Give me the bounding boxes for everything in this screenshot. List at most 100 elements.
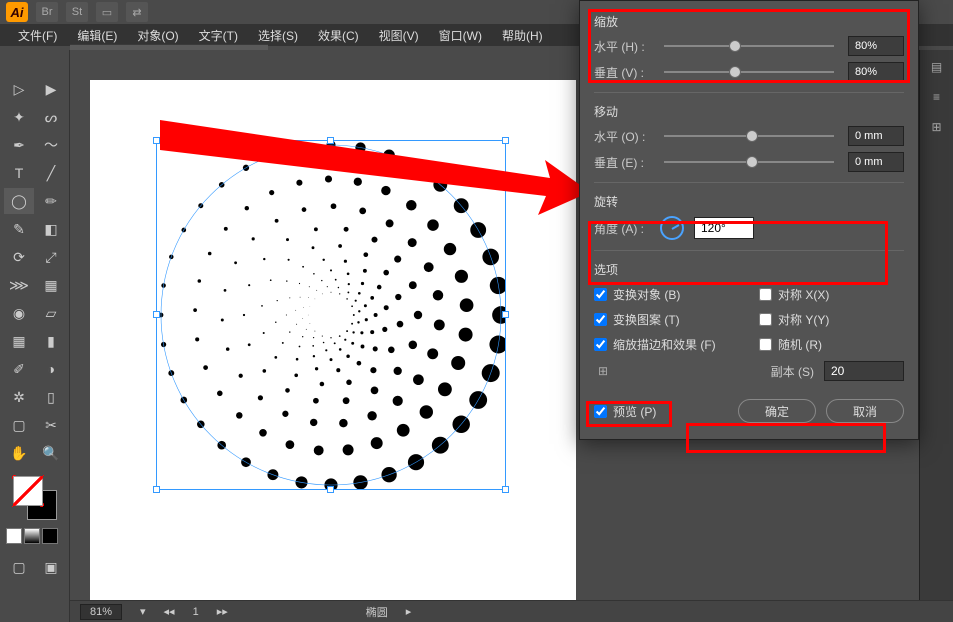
color-mode-color[interactable]	[6, 528, 22, 544]
screen-mode-full[interactable]: ▣	[36, 554, 66, 580]
copies-label: 副本 (S)	[771, 363, 814, 380]
graph-tool[interactable]: ▯	[36, 384, 66, 410]
nav-next-icon[interactable]: ▸▸	[217, 605, 228, 618]
app-logo: Ai	[6, 2, 28, 22]
color-mode-gradient[interactable]	[24, 528, 40, 544]
tools-panel: ▷ ▶ ✦ ᔕ ✒ 〜 T ╱ ◯ ✏ ✎ ◧ ⟳ ⤢ ⋙ ▦ ◉ ▱ ▦ ▮ …	[0, 50, 70, 622]
scale-v-input[interactable]	[848, 62, 904, 82]
scale-v-slider[interactable]	[664, 71, 834, 73]
slice-tool[interactable]: ✂	[36, 412, 66, 438]
layers-icon[interactable]: ≡	[923, 84, 951, 110]
handle-n[interactable]	[327, 137, 334, 144]
perspective-tool[interactable]: ▱	[36, 300, 66, 326]
opt-mirror-x[interactable]: 对称 X(X)	[759, 286, 904, 303]
curvature-tool[interactable]: 〜	[36, 132, 66, 158]
menu-window[interactable]: 窗口(W)	[431, 25, 490, 46]
lasso-tool[interactable]: ᔕ	[36, 104, 66, 130]
scale-h-input[interactable]	[848, 36, 904, 56]
hand-tool[interactable]: ✋	[4, 440, 34, 466]
right-panel-strip: ▤ ≡ ⊞	[919, 50, 953, 600]
scale-v-label: 垂直 (V) :	[594, 64, 650, 81]
move-h-input[interactable]	[848, 126, 904, 146]
screen-mode-normal[interactable]: ▢	[4, 554, 34, 580]
free-transform-tool[interactable]: ▦	[36, 272, 66, 298]
move-v-slider[interactable]	[664, 161, 834, 163]
scale-h-label: 水平 (H) :	[594, 38, 650, 55]
gradient-tool[interactable]: ▮	[36, 328, 66, 354]
type-tool[interactable]: T	[4, 160, 34, 186]
menu-help[interactable]: 帮助(H)	[494, 25, 551, 46]
opt-scale-strokes[interactable]: 缩放描边和效果 (F)	[594, 336, 739, 353]
selection-tool[interactable]: ▷	[4, 76, 34, 102]
eyedropper-tool[interactable]: ✐	[4, 356, 34, 382]
options-section-title: 选项	[594, 261, 904, 278]
status-mode: 椭圆	[366, 604, 388, 620]
nav-prev-icon[interactable]: ◂◂	[164, 605, 175, 618]
menu-object[interactable]: 对象(O)	[129, 25, 186, 46]
menu-file[interactable]: 文件(F)	[10, 25, 65, 46]
properties-icon[interactable]: ▤	[923, 54, 951, 80]
rotate-section-title: 旋转	[594, 193, 904, 210]
ok-button[interactable]: 确定	[738, 399, 816, 423]
angle-dial[interactable]	[660, 216, 684, 240]
options-grid: 变换对象 (B) 对称 X(X) 变换图案 (T) 对称 Y(Y) 缩放描边和效…	[594, 286, 904, 353]
scale-tool[interactable]: ⤢	[36, 244, 66, 270]
handle-se[interactable]	[502, 486, 509, 493]
magic-wand-tool[interactable]: ✦	[4, 104, 34, 130]
selection-bounds[interactable]	[156, 140, 506, 490]
cancel-button[interactable]: 取消	[826, 399, 904, 423]
pen-tool[interactable]: ✒	[4, 132, 34, 158]
menu-view[interactable]: 视图(V)	[371, 25, 427, 46]
move-h-slider[interactable]	[664, 135, 834, 137]
bridge-icon[interactable]: Br	[36, 2, 58, 22]
rotate-tool[interactable]: ⟳	[4, 244, 34, 270]
zoom-tool[interactable]: 🔍	[36, 440, 66, 466]
menu-select[interactable]: 选择(S)	[250, 25, 306, 46]
handle-e[interactable]	[502, 311, 509, 318]
fill-stroke-swatch[interactable]	[13, 476, 57, 520]
copies-input[interactable]	[824, 361, 904, 381]
artboard-tool[interactable]: ▢	[4, 412, 34, 438]
anchor-point-icon[interactable]: ⊞	[594, 362, 612, 380]
ellipse-tool[interactable]: ◯	[4, 188, 34, 214]
angle-label: 角度 (A) :	[594, 220, 650, 237]
layout-icon[interactable]: ⇄	[126, 2, 148, 22]
width-tool[interactable]: ⋙	[4, 272, 34, 298]
nav-current: 1	[193, 606, 199, 618]
handle-sw[interactable]	[153, 486, 160, 493]
symbol-tool[interactable]: ✲	[4, 384, 34, 410]
opt-mirror-y[interactable]: 对称 Y(Y)	[759, 311, 904, 328]
status-dropdown-icon[interactable]: ▸	[406, 605, 412, 618]
menu-type[interactable]: 文字(T)	[191, 25, 246, 46]
eraser-tool[interactable]: ◧	[36, 216, 66, 242]
paintbrush-tool[interactable]: ✏	[36, 188, 66, 214]
move-v-input[interactable]	[848, 152, 904, 172]
mesh-tool[interactable]: ▦	[4, 328, 34, 354]
handle-w[interactable]	[153, 311, 160, 318]
blend-tool[interactable]: ◑	[36, 356, 66, 382]
handle-ne[interactable]	[502, 137, 509, 144]
shaper-tool[interactable]: ✎	[4, 216, 34, 242]
zoom-input[interactable]	[80, 604, 122, 620]
fill-color[interactable]	[13, 476, 43, 506]
handle-nw[interactable]	[153, 137, 160, 144]
stock-icon[interactable]: St	[66, 2, 88, 22]
libraries-icon[interactable]: ⊞	[923, 114, 951, 140]
move-vertical-row: 垂直 (E) :	[594, 152, 904, 172]
menu-edit[interactable]: 编辑(E)	[69, 25, 125, 46]
opt-transform-object[interactable]: 变换对象 (B)	[594, 286, 739, 303]
direct-selection-tool[interactable]: ▶	[36, 76, 66, 102]
arrange-icon[interactable]: ▭	[96, 2, 118, 22]
move-horizontal-row: 水平 (O) :	[594, 126, 904, 146]
line-tool[interactable]: ╱	[36, 160, 66, 186]
opt-random[interactable]: 随机 (R)	[759, 336, 904, 353]
opt-transform-pattern[interactable]: 变换图案 (T)	[594, 311, 739, 328]
scale-h-slider[interactable]	[664, 45, 834, 47]
zoom-dropdown-icon[interactable]: ▾	[140, 605, 146, 618]
color-mode-none[interactable]	[42, 528, 58, 544]
preview-checkbox[interactable]: 预览 (P)	[594, 403, 656, 420]
shape-builder-tool[interactable]: ◉	[4, 300, 34, 326]
angle-input[interactable]	[694, 217, 754, 239]
menu-effect[interactable]: 效果(C)	[310, 25, 367, 46]
handle-s[interactable]	[327, 486, 334, 493]
